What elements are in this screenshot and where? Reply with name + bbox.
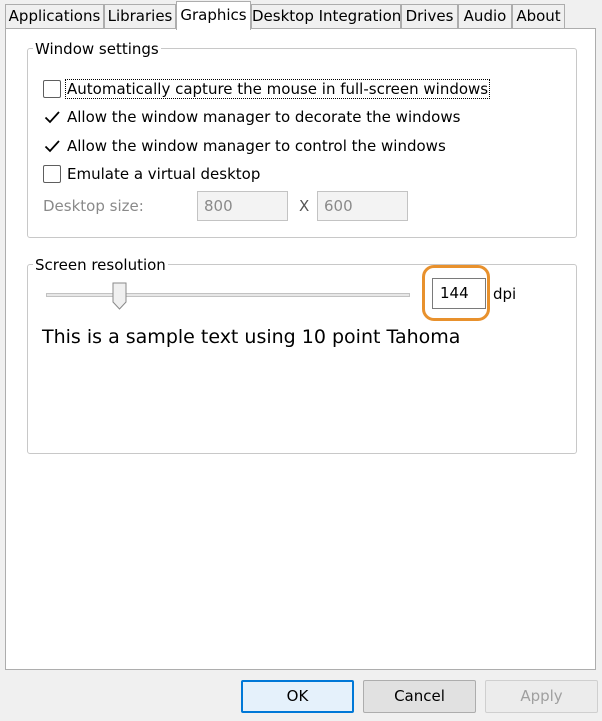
decorate-windows-checkbox[interactable] <box>43 108 61 126</box>
dpi-highlight-box <box>422 265 490 321</box>
virtual-desktop-label[interactable]: Emulate a virtual desktop <box>67 165 260 183</box>
window-settings-title: Window settings <box>33 40 161 58</box>
tab-libraries[interactable]: Libraries <box>104 4 176 28</box>
cancel-button[interactable]: Cancel <box>363 680 476 713</box>
capture-mouse-checkbox[interactable] <box>43 80 61 98</box>
dpi-slider-track[interactable] <box>46 293 410 297</box>
screen-resolution-title: Screen resolution <box>33 256 168 274</box>
checkmark-icon <box>44 111 60 124</box>
control-windows-checkbox[interactable] <box>43 137 61 155</box>
tab-graphics[interactable]: Graphics <box>176 1 251 30</box>
control-windows-label[interactable]: Allow the window manager to control the … <box>67 137 446 155</box>
tab-about[interactable]: About <box>512 4 565 28</box>
tab-drives[interactable]: Drives <box>401 4 458 28</box>
size-separator: X <box>299 197 310 215</box>
tab-audio[interactable]: Audio <box>458 4 512 28</box>
dpi-unit-label: dpi <box>493 285 517 303</box>
capture-mouse-label[interactable]: Automatically capture the mouse in full-… <box>65 79 491 99</box>
decorate-windows-label[interactable]: Allow the window manager to decorate the… <box>67 108 460 126</box>
tab-applications[interactable]: Applications <box>5 4 104 28</box>
desktop-width-input[interactable]: 800 <box>197 191 288 221</box>
sample-text: This is a sample text using 10 point Tah… <box>42 326 461 348</box>
desktop-size-label: Desktop size: <box>43 197 144 215</box>
apply-button[interactable]: Apply <box>485 680 598 713</box>
dpi-slider-thumb[interactable] <box>112 282 127 310</box>
checkmark-icon <box>44 140 60 153</box>
virtual-desktop-checkbox[interactable] <box>43 165 61 183</box>
tab-desktop-integration[interactable]: Desktop Integration <box>251 4 401 28</box>
desktop-height-input[interactable]: 600 <box>317 191 408 221</box>
ok-button[interactable]: OK <box>241 680 354 713</box>
